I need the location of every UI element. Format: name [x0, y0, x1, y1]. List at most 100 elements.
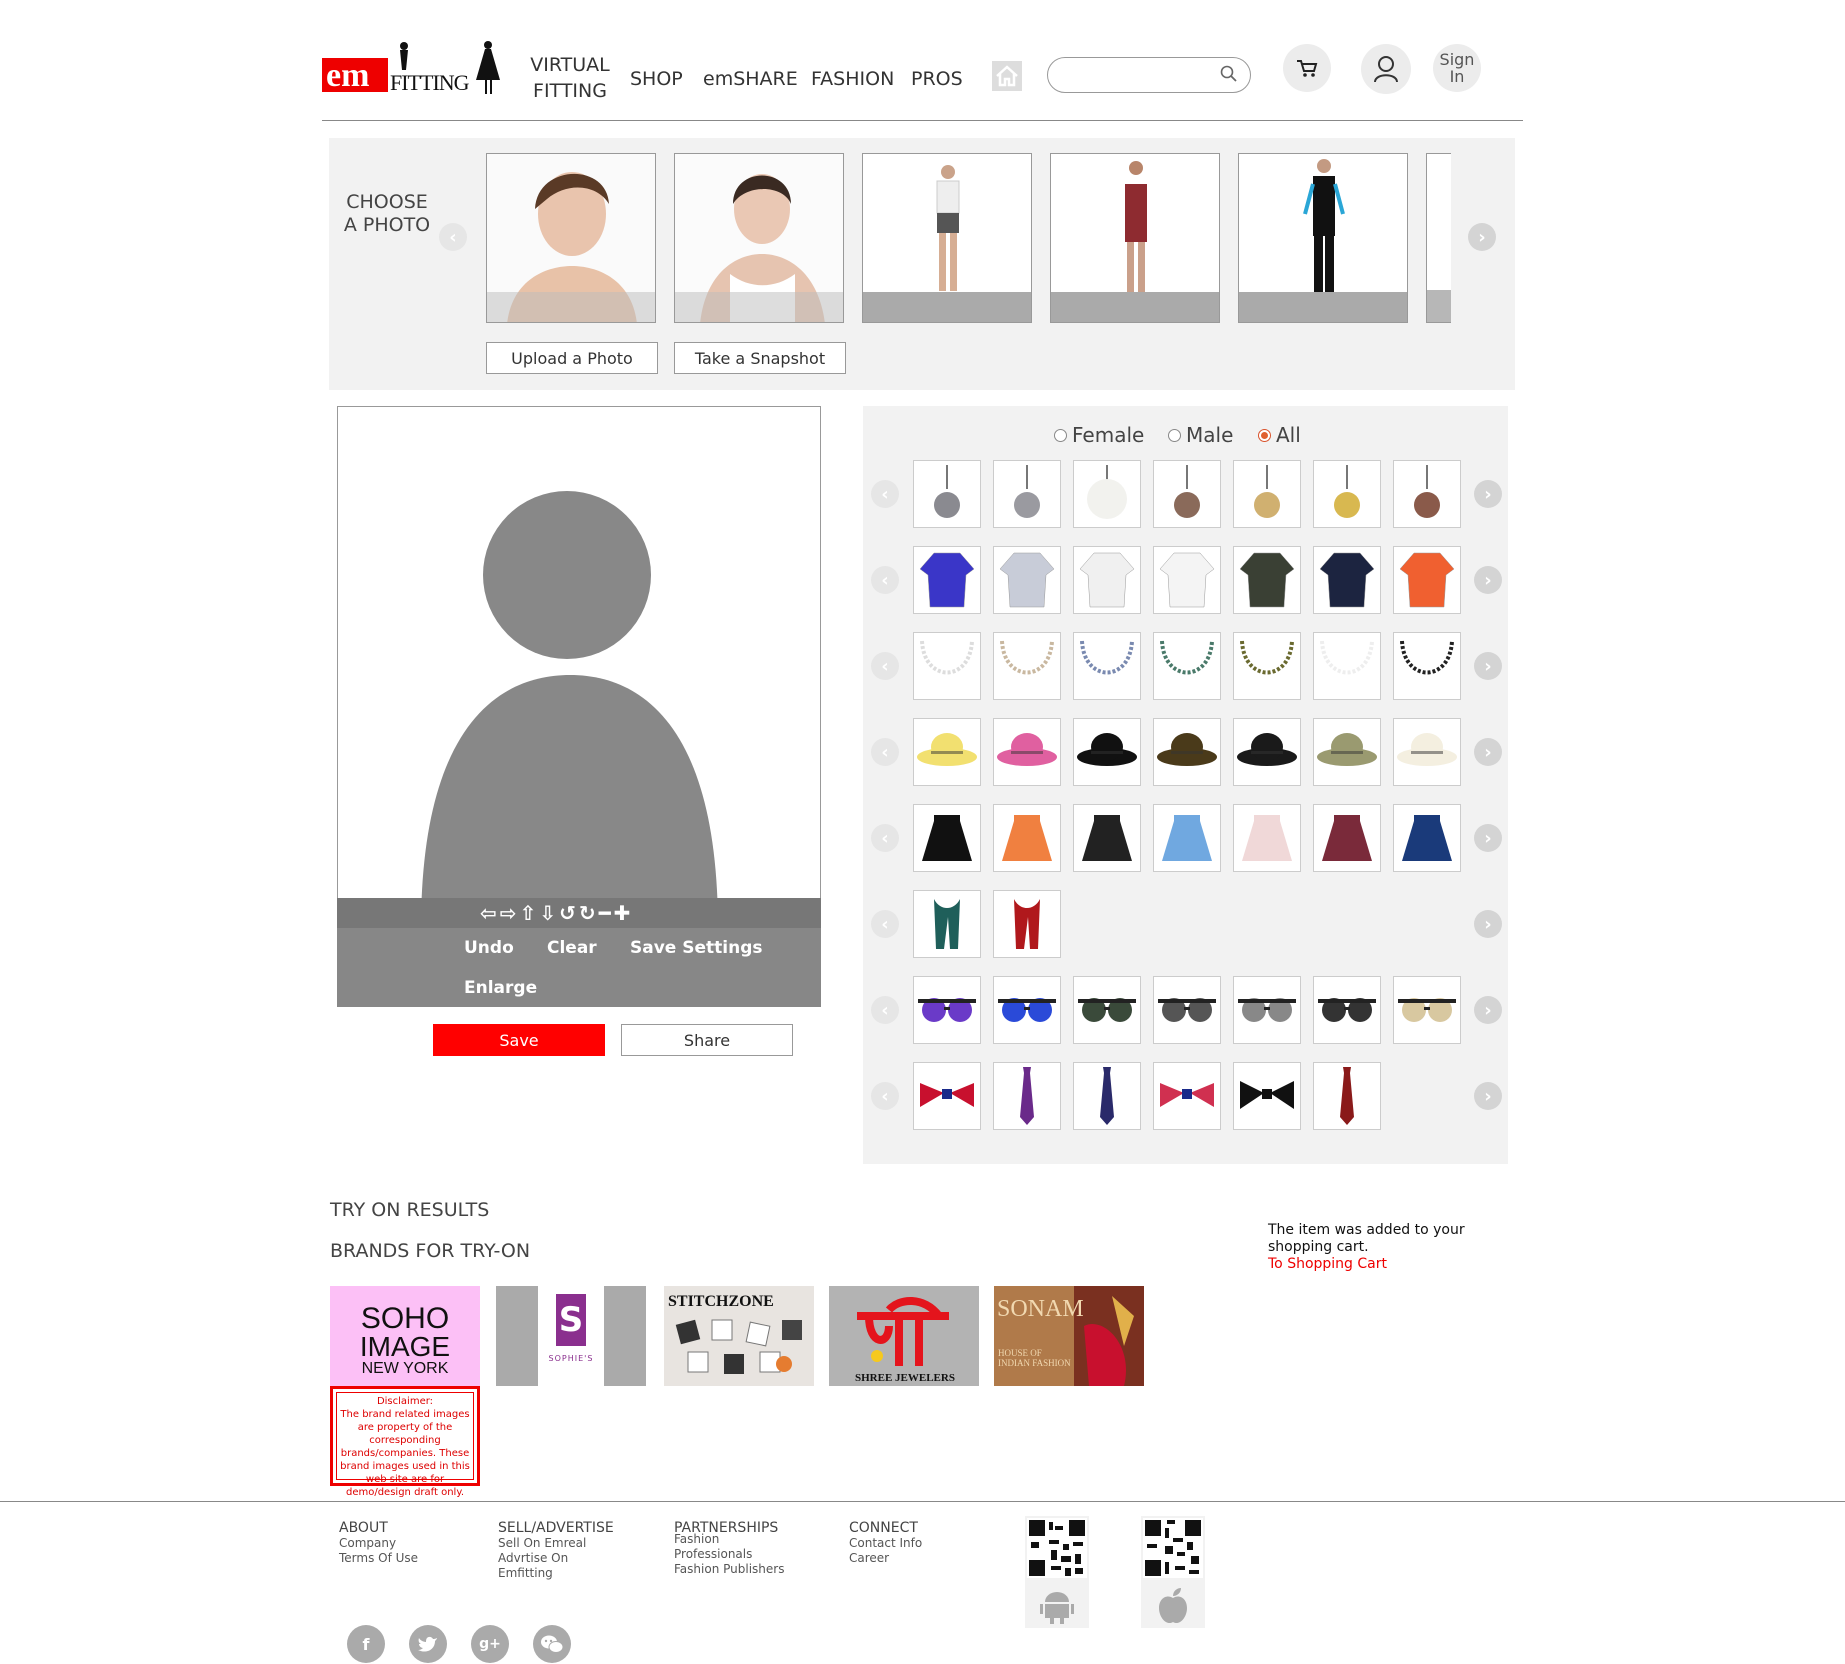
brand-shree-jewelers[interactable]: SHREE JEWELERS [829, 1286, 979, 1386]
item-tops-5[interactable] [1233, 546, 1301, 614]
item-row-necklaces-next-arrow[interactable]: › [1474, 652, 1502, 680]
photo-thumb-1[interactable] [486, 153, 656, 323]
item-row-necklaces-prev-arrow[interactable]: ‹ [871, 652, 899, 680]
enlarge-button[interactable]: Enlarge [464, 978, 537, 998]
item-earrings-2[interactable] [993, 460, 1061, 528]
photo-thumb-2[interactable] [674, 153, 844, 323]
save-button[interactable]: Save [433, 1024, 605, 1056]
photo-thumb-5[interactable] [1238, 153, 1408, 323]
item-row-sunglasses-prev-arrow[interactable]: ‹ [871, 996, 899, 1024]
item-row-ties-next-arrow[interactable]: › [1474, 1082, 1502, 1110]
item-necklaces-1[interactable] [913, 632, 981, 700]
filter-female[interactable]: Female [1054, 423, 1144, 447]
item-skirts-1[interactable] [913, 804, 981, 872]
brand-sonam[interactable]: SONAM HOUSE OF INDIAN FASHION [994, 1286, 1144, 1386]
radio-all[interactable] [1258, 428, 1271, 442]
take-snapshot-button[interactable]: Take a Snapshot [674, 342, 846, 374]
item-row-sunglasses-next-arrow[interactable]: › [1474, 996, 1502, 1024]
nav-pros[interactable]: PROS [911, 66, 963, 92]
ios-app-qr[interactable] [1141, 1516, 1205, 1628]
footer-link-contact[interactable]: Contact Info [849, 1536, 922, 1551]
item-row-scarves-next-arrow[interactable]: › [1474, 910, 1502, 938]
search-input[interactable] [1047, 57, 1251, 93]
photo-thumb-4[interactable] [1050, 153, 1220, 323]
nav-fashion[interactable]: FASHION [811, 66, 894, 92]
footer-link-career[interactable]: Career [849, 1551, 922, 1566]
zoom-out-icon[interactable]: ━ [599, 902, 611, 924]
item-necklaces-7[interactable] [1393, 632, 1461, 700]
arrow-right-icon[interactable]: ⇨ [500, 902, 517, 924]
nav-emshare[interactable]: emSHARE [703, 66, 798, 92]
item-sunglasses-1[interactable] [913, 976, 981, 1044]
share-button[interactable]: Share [621, 1024, 793, 1056]
item-necklaces-4[interactable] [1153, 632, 1221, 700]
to-shopping-cart-link[interactable]: To Shopping Cart [1268, 1256, 1387, 1272]
item-skirts-6[interactable] [1313, 804, 1381, 872]
filter-male[interactable]: Male [1168, 423, 1233, 447]
footer-link-publishers[interactable]: Fashion Publishers [674, 1562, 784, 1577]
item-hats-3[interactable] [1073, 718, 1141, 786]
upload-photo-button[interactable]: Upload a Photo [486, 342, 658, 374]
brand-sophies[interactable]: S SOPHIE'S [496, 1286, 646, 1386]
sign-in-button[interactable]: Sign In [1433, 44, 1481, 92]
item-row-hats-prev-arrow[interactable]: ‹ [871, 738, 899, 766]
save-settings-button[interactable]: Save Settings [630, 938, 763, 958]
facebook-icon[interactable]: f [347, 1625, 385, 1663]
item-ties-3[interactable] [1073, 1062, 1141, 1130]
radio-male[interactable] [1168, 428, 1181, 442]
footer-link-terms[interactable]: Terms Of Use [339, 1551, 418, 1566]
item-hats-7[interactable] [1393, 718, 1461, 786]
photo-next-arrow[interactable]: › [1468, 223, 1496, 251]
item-row-tops-prev-arrow[interactable]: ‹ [871, 566, 899, 594]
item-tops-1[interactable] [913, 546, 981, 614]
item-earrings-5[interactable] [1233, 460, 1301, 528]
twitter-icon[interactable] [409, 1625, 447, 1663]
footer-link-professionals[interactable]: Professionals [674, 1547, 784, 1562]
item-tops-2[interactable] [993, 546, 1061, 614]
clear-button[interactable]: Clear [547, 938, 597, 958]
user-icon[interactable] [1361, 44, 1411, 94]
item-ties-4[interactable] [1153, 1062, 1221, 1130]
item-row-earrings-next-arrow[interactable]: › [1474, 480, 1502, 508]
footer-link-emfitting[interactable]: Emfitting [498, 1566, 614, 1581]
item-skirts-2[interactable] [993, 804, 1061, 872]
rotate-left-icon[interactable]: ↺ [559, 902, 576, 924]
fitting-canvas[interactable] [337, 406, 821, 928]
rotate-right-icon[interactable]: ↻ [579, 902, 596, 924]
item-hats-2[interactable] [993, 718, 1061, 786]
item-sunglasses-4[interactable] [1153, 976, 1221, 1044]
footer-link-advertise[interactable]: Advrtise On [498, 1551, 614, 1566]
item-earrings-3[interactable] [1073, 460, 1141, 528]
item-scarves-2[interactable] [993, 890, 1061, 958]
item-row-tops-next-arrow[interactable]: › [1474, 566, 1502, 594]
item-scarves-1[interactable] [913, 890, 981, 958]
item-skirts-5[interactable] [1233, 804, 1301, 872]
item-tops-3[interactable] [1073, 546, 1141, 614]
item-necklaces-2[interactable] [993, 632, 1061, 700]
search-icon[interactable] [1220, 65, 1238, 87]
home-icon[interactable] [992, 61, 1022, 91]
zoom-in-icon[interactable]: ✚ [614, 902, 631, 924]
item-necklaces-3[interactable] [1073, 632, 1141, 700]
item-necklaces-5[interactable] [1233, 632, 1301, 700]
item-ties-6[interactable] [1313, 1062, 1381, 1130]
item-tops-7[interactable] [1393, 546, 1461, 614]
item-sunglasses-5[interactable] [1233, 976, 1301, 1044]
footer-link-sell[interactable]: Sell On Emreal [498, 1536, 614, 1551]
item-ties-2[interactable] [993, 1062, 1061, 1130]
cart-icon[interactable] [1283, 44, 1331, 92]
photo-thumb-3[interactable] [862, 153, 1032, 323]
radio-female[interactable] [1054, 428, 1067, 442]
item-skirts-3[interactable] [1073, 804, 1141, 872]
brand-stitchzone[interactable]: STITCHZONE [664, 1286, 814, 1386]
item-ties-1[interactable] [913, 1062, 981, 1130]
arrow-down-icon[interactable]: ⇩ [539, 902, 556, 924]
item-earrings-4[interactable] [1153, 460, 1221, 528]
item-row-earrings-prev-arrow[interactable]: ‹ [871, 480, 899, 508]
photo-prev-arrow[interactable]: ‹ [439, 223, 467, 251]
item-skirts-7[interactable] [1393, 804, 1461, 872]
item-necklaces-6[interactable] [1313, 632, 1381, 700]
item-hats-4[interactable] [1153, 718, 1221, 786]
item-tops-6[interactable] [1313, 546, 1381, 614]
item-skirts-4[interactable] [1153, 804, 1221, 872]
